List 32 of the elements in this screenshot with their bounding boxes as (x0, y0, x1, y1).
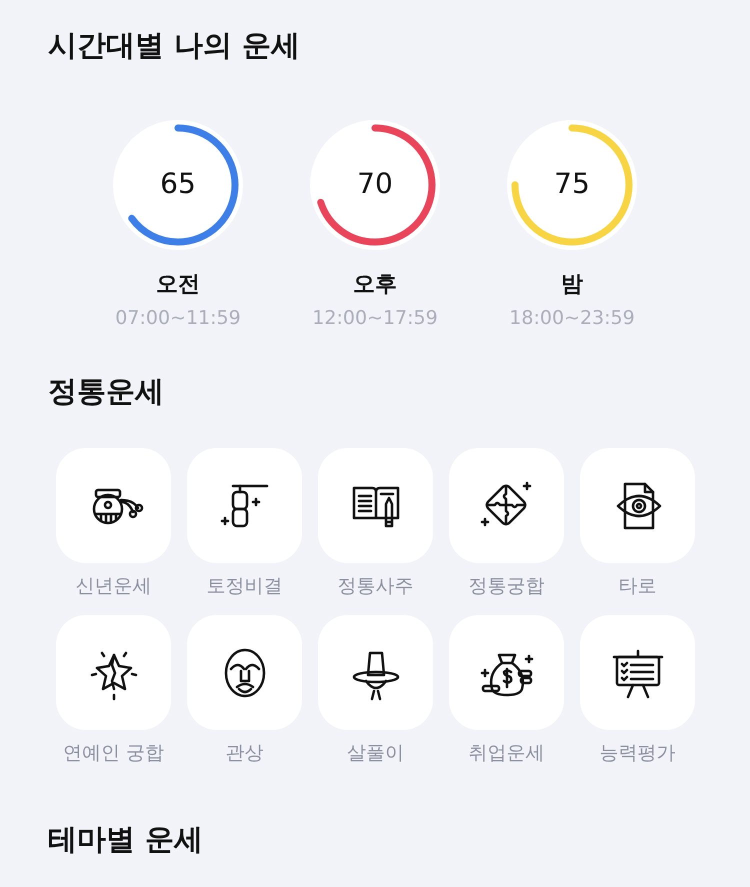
tile-label: 능력평가 (600, 741, 676, 766)
section-title: 시간대별 나의 운세 (48, 27, 302, 64)
tile-label: 연예인 궁합 (62, 741, 164, 766)
score-value: 65 (159, 167, 197, 201)
tile-label: 정통궁합 (468, 574, 544, 599)
fortune-tile[interactable] (187, 448, 302, 563)
fortune-tile[interactable] (449, 615, 564, 730)
time-range: 12:00~17:59 (312, 306, 438, 331)
tile-label: 관상 (226, 741, 264, 766)
period-name: 오전 (156, 271, 200, 299)
fortune-tile[interactable] (580, 448, 695, 563)
tile-label: 살풀이 (347, 741, 404, 766)
tile-label: 신년운세 (76, 574, 152, 599)
period-name: 밤 (561, 271, 583, 299)
time-range: 18:00~23:59 (509, 306, 635, 331)
fortune-tile[interactable] (318, 615, 433, 730)
fortune-tile[interactable] (56, 615, 171, 730)
period-name: 오후 (353, 271, 397, 299)
tile-label: 취업운세 (468, 741, 544, 766)
fortune-tile[interactable] (318, 448, 433, 563)
tile-label: 토정비결 (206, 574, 282, 599)
time-range: 07:00~11:59 (115, 306, 241, 331)
fortune-tile[interactable] (187, 615, 302, 730)
score-value: 75 (553, 167, 591, 201)
fortune-tile[interactable] (580, 615, 695, 730)
section-title: 테마별 운세 (48, 821, 204, 858)
fortune-tile[interactable] (56, 448, 171, 563)
tile-label: 타로 (618, 574, 656, 599)
score-value: 70 (356, 167, 394, 201)
section-title: 정통운세 (48, 373, 165, 410)
tile-label: 정통사주 (338, 574, 414, 599)
fortune-tile[interactable] (449, 448, 564, 563)
